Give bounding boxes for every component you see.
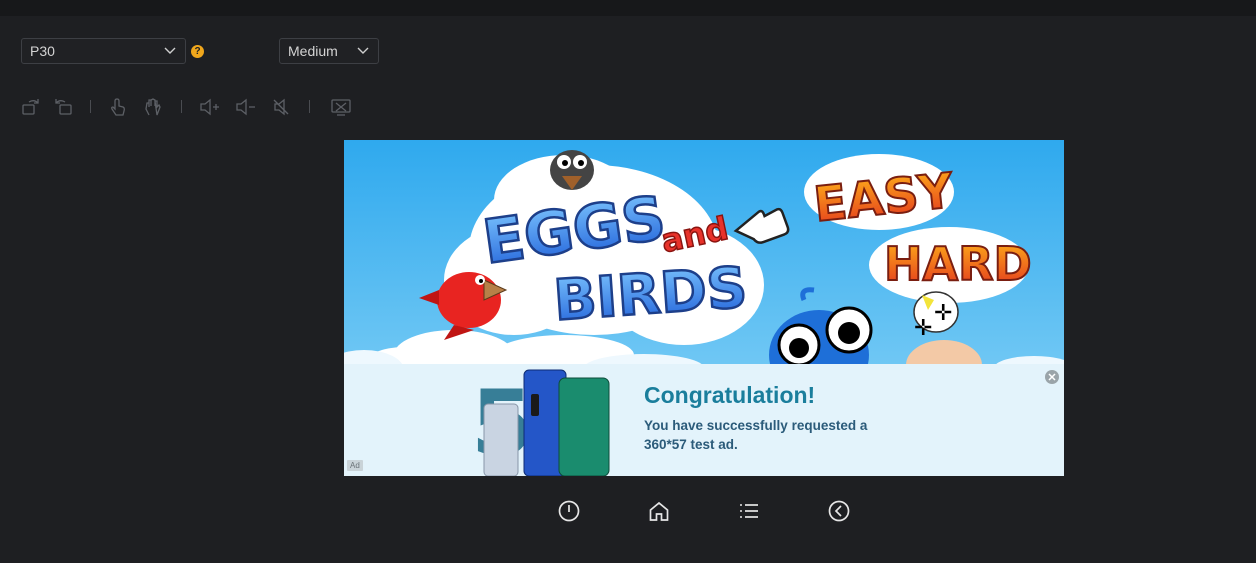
rotate-left-icon[interactable] (20, 96, 42, 118)
chevron-down-icon (357, 47, 369, 54)
ad-banner[interactable]: 5G Congratulation! You have successfully… (344, 364, 1064, 476)
screen-cast-off-icon[interactable] (330, 96, 352, 118)
quality-value: Medium (288, 43, 338, 59)
rotate-right-icon[interactable] (52, 96, 74, 118)
svg-text:✛: ✛ (934, 300, 952, 325)
gesture-hand-icon[interactable] (142, 96, 164, 118)
power-icon[interactable] (557, 499, 581, 523)
ad-message: You have successfully requested a 360*57… (644, 418, 868, 452)
volume-mute-icon[interactable] (270, 96, 292, 118)
toolbar-divider (309, 100, 310, 113)
toolbar-divider (181, 100, 182, 113)
ad-badge: Ad (347, 460, 363, 471)
ad-title: Congratulation! (644, 382, 816, 408)
device-model-select[interactable]: P30 (21, 38, 186, 64)
volume-up-icon[interactable] (199, 96, 221, 118)
menu-icon[interactable] (737, 499, 761, 523)
black-bird (550, 150, 594, 190)
svg-text:✛: ✛ (914, 315, 932, 340)
volume-down-icon[interactable] (235, 96, 257, 118)
device-model-value: P30 (30, 43, 55, 59)
quality-select[interactable]: Medium (279, 38, 379, 64)
help-glyph: ? (194, 46, 201, 57)
help-icon[interactable]: ? (191, 45, 204, 58)
back-icon[interactable] (827, 499, 851, 523)
logo-birds: BIRDS (552, 255, 750, 333)
window-top-bar (0, 0, 1256, 16)
home-icon[interactable] (647, 499, 671, 523)
phone-ad-image: 5G (471, 369, 610, 476)
hard-button[interactable]: HARD (883, 236, 1033, 292)
close-icon[interactable] (1045, 370, 1059, 384)
toolbar-divider (90, 100, 91, 113)
chevron-down-icon (164, 47, 176, 54)
gesture-tap-icon[interactable] (107, 96, 129, 118)
